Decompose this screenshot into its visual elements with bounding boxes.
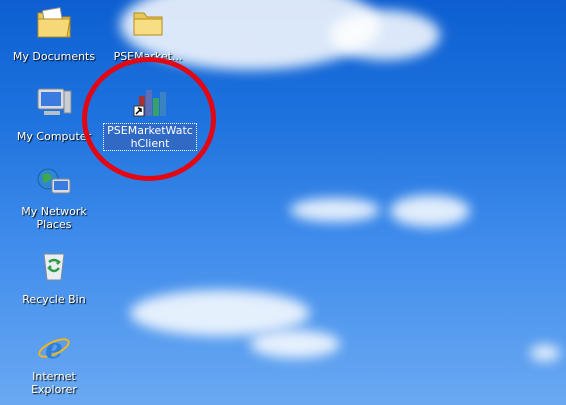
desktop-icon-label: Internet Explorer (31, 370, 77, 396)
desktop-icon-internet-explorer[interactable]: e Internet Explorer (6, 330, 102, 397)
desktop-icon-label: Recycle Bin (22, 293, 86, 306)
cloud (330, 10, 440, 60)
desktop-icon-label: My Network Places (21, 205, 87, 231)
cloud (130, 290, 310, 336)
desktop-icon-label: My Documents (12, 50, 96, 63)
internet-explorer-icon: e (34, 330, 74, 366)
folder-icon (128, 5, 168, 41)
cloud (250, 330, 340, 358)
network-places-icon (34, 165, 74, 201)
cloud (530, 345, 560, 361)
recycle-bin-icon (34, 248, 74, 284)
desktop-icon-my-network-places[interactable]: My Network Places (6, 165, 102, 232)
desktop[interactable]: My Documents PSEMarket... My Computer PS… (0, 0, 566, 405)
desktop-icon-my-documents[interactable]: My Documents (6, 5, 102, 64)
desktop-icon-label: My Computer (16, 130, 92, 143)
desktop-icon-psemarket-folder[interactable]: PSEMarket... (100, 5, 196, 64)
svg-text:e: e (45, 332, 63, 365)
highlight-circle (82, 57, 216, 181)
cloud (390, 195, 470, 227)
my-documents-icon (34, 5, 74, 41)
my-computer-icon (34, 85, 74, 121)
cloud (290, 198, 380, 222)
desktop-icon-recycle-bin[interactable]: Recycle Bin (6, 248, 102, 307)
